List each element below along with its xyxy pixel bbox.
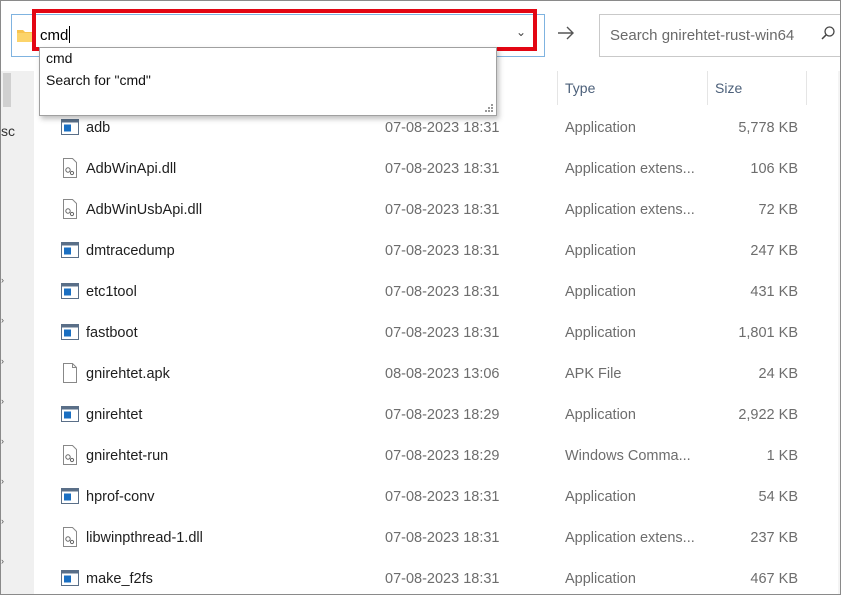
navigation-pane[interactable]: sc › › › › › › › › xyxy=(1,71,34,594)
file-date-modified: 07-08-2023 18:31 xyxy=(385,284,500,300)
suggestion-item[interactable]: Search for "cmd" xyxy=(46,72,151,88)
file-name: etc1tool xyxy=(86,284,137,300)
nav-expand-chevron-icon[interactable]: › xyxy=(1,517,7,526)
column-header-type[interactable]: Type xyxy=(565,71,595,105)
file-size: 247 KB xyxy=(750,243,798,259)
file-size: 237 KB xyxy=(750,530,798,546)
arrow-right-icon xyxy=(558,26,574,40)
file-name: adb xyxy=(86,120,111,136)
file-date-modified: 07-08-2023 18:31 xyxy=(385,161,500,177)
suggestion-item[interactable]: cmd xyxy=(46,50,72,66)
search-icon[interactable] xyxy=(820,25,836,41)
dll-file-icon xyxy=(61,199,79,219)
file-size: 72 KB xyxy=(758,202,799,218)
file-type: Application xyxy=(565,284,636,300)
file-row[interactable]: etc1tool 07-08-2023 18:31 Application 431 K… xyxy=(34,273,840,314)
file-row[interactable]: make_f2fs 07-08-2023 18:31 Application 467 … xyxy=(34,560,840,594)
file-size: 106 KB xyxy=(750,161,798,177)
file-row[interactable]: AdbWinApi.dll 07-08-2023 18:31 Application… xyxy=(34,150,840,191)
highlight-box xyxy=(32,9,537,51)
file-date-modified: 07-08-2023 18:31 xyxy=(385,202,500,218)
blank-file-icon xyxy=(61,363,79,383)
file-name: AdbWinApi.dll xyxy=(86,161,177,177)
column-header-size[interactable]: Size xyxy=(715,71,742,105)
file-size: 24 KB xyxy=(758,366,799,382)
application-icon xyxy=(61,404,79,424)
column-divider[interactable] xyxy=(707,71,708,105)
application-icon xyxy=(61,486,79,506)
column-divider[interactable] xyxy=(806,71,807,105)
file-row[interactable]: gnirehtet.apk 08-08-2023 13:06 APK File 24 … xyxy=(34,355,840,396)
file-type: Application xyxy=(565,407,636,423)
resize-grip-icon[interactable] xyxy=(484,103,493,112)
file-size: 54 KB xyxy=(758,489,799,505)
nav-expand-chevron-icon[interactable]: › xyxy=(1,477,7,486)
search-placeholder: Search gnirehtet-rust-win64 xyxy=(610,27,795,44)
file-size: 2,922 KB xyxy=(738,407,798,423)
nav-scrollbar-thumb[interactable] xyxy=(3,73,11,107)
application-icon xyxy=(61,281,79,301)
file-type: Application xyxy=(565,243,636,259)
search-box[interactable]: Search gnirehtet-rust-win64 xyxy=(599,14,840,57)
autocomplete-dropdown: cmd Search for "cmd" xyxy=(39,47,497,116)
file-name: make_f2fs xyxy=(86,571,153,587)
file-date-modified: 07-08-2023 18:29 xyxy=(385,407,500,423)
file-size: 5,778 KB xyxy=(738,120,798,136)
file-type: Application extens... xyxy=(565,202,695,218)
cmd-file-icon xyxy=(61,445,79,465)
file-date-modified: 08-08-2023 13:06 xyxy=(385,366,500,382)
application-icon xyxy=(61,240,79,260)
file-type: Application extens... xyxy=(565,530,695,546)
nav-expand-chevron-icon[interactable]: › xyxy=(1,276,7,285)
file-name: AdbWinUsbApi.dll xyxy=(86,202,203,218)
file-name: gnirehtet.apk xyxy=(86,366,170,382)
file-row[interactable]: libwinpthread-1.dll 07-08-2023 18:31 Appli… xyxy=(34,519,840,560)
file-size: 1 KB xyxy=(766,448,798,464)
nav-expand-chevron-icon[interactable]: › xyxy=(1,357,7,366)
file-date-modified: 07-08-2023 18:31 xyxy=(385,530,500,546)
file-type: Application xyxy=(565,120,636,136)
file-date-modified: 07-08-2023 18:31 xyxy=(385,243,500,259)
file-type: Application xyxy=(565,489,636,505)
go-arrow-button[interactable] xyxy=(551,17,581,49)
file-row[interactable]: gnirehtet-run 07-08-2023 18:29 Windows Com… xyxy=(34,437,840,478)
file-type: APK File xyxy=(565,366,622,382)
file-date-modified: 07-08-2023 18:29 xyxy=(385,448,500,464)
file-name: fastboot xyxy=(86,325,138,341)
file-size: 431 KB xyxy=(750,284,798,300)
dll-file-icon xyxy=(61,527,79,547)
dll-file-icon xyxy=(61,158,79,178)
nav-expand-chevron-icon[interactable]: › xyxy=(1,437,7,446)
file-date-modified: 07-08-2023 18:31 xyxy=(385,325,500,341)
file-type: Application extens... xyxy=(565,161,695,177)
file-name: dmtracedump xyxy=(86,243,175,259)
file-name: gnirehtet-run xyxy=(86,448,169,464)
file-date-modified: 07-08-2023 18:31 xyxy=(385,571,500,587)
file-size: 467 KB xyxy=(750,571,798,587)
vertical-scrollbar[interactable] xyxy=(838,71,840,594)
file-name: libwinpthread-1.dll xyxy=(86,530,203,546)
file-row[interactable]: hprof-conv 07-08-2023 18:31 Application 54 … xyxy=(34,478,840,519)
file-type: Application xyxy=(565,325,636,341)
nav-partial-label: sc xyxy=(1,123,15,139)
application-icon xyxy=(61,568,79,588)
file-row[interactable]: fastboot 07-08-2023 18:31 Application 1,801… xyxy=(34,314,840,355)
file-type: Windows Comma... xyxy=(565,448,691,464)
file-row[interactable]: gnirehtet 07-08-2023 18:29 Application 2,92… xyxy=(34,396,840,437)
file-name: hprof-conv xyxy=(86,489,155,505)
application-icon xyxy=(61,322,79,342)
file-date-modified: 07-08-2023 18:31 xyxy=(385,120,500,136)
file-explorer-window: sc › › › › › › › › cmd ⌄ Search gnirehte… xyxy=(0,0,841,595)
file-type: Application xyxy=(565,571,636,587)
file-row[interactable]: dmtracedump 07-08-2023 18:31 Application 24… xyxy=(34,232,840,273)
file-row[interactable]: AdbWinUsbApi.dll 07-08-2023 18:31 Applicat… xyxy=(34,191,840,232)
column-divider[interactable] xyxy=(557,71,558,105)
file-name: gnirehtet xyxy=(86,407,143,423)
application-icon xyxy=(61,117,79,137)
nav-expand-chevron-icon[interactable]: › xyxy=(1,557,7,566)
nav-expand-chevron-icon[interactable]: › xyxy=(1,316,7,325)
file-date-modified: 07-08-2023 18:31 xyxy=(385,489,500,505)
nav-expand-chevron-icon[interactable]: › xyxy=(1,397,7,406)
file-size: 1,801 KB xyxy=(738,325,798,341)
